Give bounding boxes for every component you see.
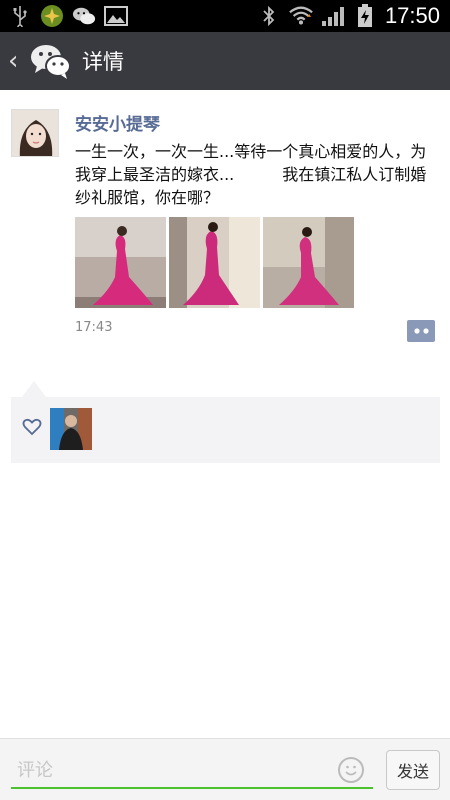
app-icon [40, 4, 64, 28]
usb-icon [8, 4, 32, 28]
battery-charging-icon [353, 4, 377, 28]
heart-outline-icon [22, 417, 42, 437]
signal-icon [321, 4, 345, 28]
send-button[interactable]: 发送 [386, 750, 440, 790]
page-title: 详情 [82, 50, 124, 74]
likes-panel [11, 397, 440, 463]
smiley-icon[interactable] [338, 757, 364, 783]
post-photo[interactable] [263, 217, 354, 308]
post-photos [75, 217, 354, 308]
wifi-icon [289, 4, 313, 28]
wechat-logo-icon [30, 42, 72, 80]
post-text: 一生一次，一次一生...等待一个真心相爱的人，为我穿上最圣洁的嫁衣... 我在镇… [75, 142, 427, 207]
avatar[interactable] [11, 109, 59, 157]
liker-avatar[interactable] [50, 408, 92, 450]
image-icon [104, 4, 128, 28]
status-left-icons [8, 4, 128, 28]
comment-input[interactable] [11, 753, 373, 789]
bluetooth-icon [257, 4, 281, 28]
post-author-name[interactable]: 安安小提琴 [75, 110, 160, 135]
post-time: 17:43 [75, 320, 113, 335]
status-bar: 17:50 [0, 0, 450, 32]
chevron-left-icon[interactable]: ‹ [8, 46, 18, 76]
more-dots-icon[interactable] [402, 320, 435, 342]
status-clock: 17:50 [384, 3, 440, 28]
likes-pointer [22, 381, 46, 397]
post-photo[interactable] [169, 217, 260, 308]
title-bar: ‹ 详情 [0, 32, 450, 90]
comment-bar: 发送 [0, 738, 450, 800]
wechat-icon [72, 4, 96, 28]
post-photo[interactable] [75, 217, 166, 308]
status-right-icons: 17:50 [257, 3, 440, 29]
